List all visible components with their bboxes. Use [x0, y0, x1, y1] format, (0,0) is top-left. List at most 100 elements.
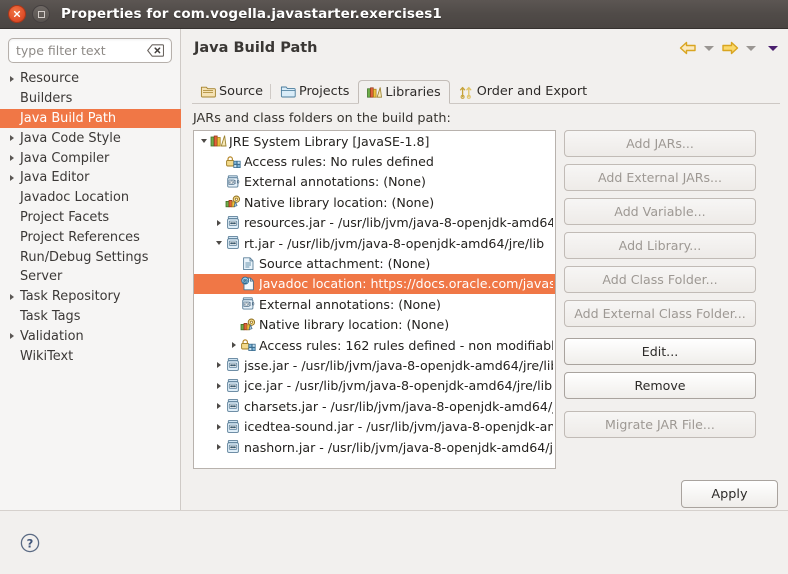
sidebar-item-run-debug-settings[interactable]: Run/Debug Settings: [0, 247, 181, 267]
table-row[interactable]: @ Javadoc location: https://docs.oracle.…: [194, 273, 555, 295]
sidebar-item-project-references[interactable]: Project References: [0, 227, 181, 247]
window-close-icon[interactable]: [8, 5, 26, 23]
table-row[interactable]: @ 10 External annotations: (None): [194, 294, 555, 314]
tree-node-label: Access rules: No rules defined: [244, 154, 434, 170]
settings-content: Java Build Path Source Projects Librarie…: [181, 29, 788, 510]
back-history-chevron-down-icon[interactable]: [704, 45, 714, 51]
sidebar-item-label: Builders: [20, 91, 73, 107]
sidebar-item-label: Java Compiler: [20, 150, 110, 166]
sidebar-item-task-repository[interactable]: Task Repository: [0, 287, 181, 307]
expand-chevron-right-icon[interactable]: [212, 423, 225, 430]
table-row[interactable]: icedtea-sound.jar - /usr/lib/jvm/java-8-…: [194, 416, 555, 436]
expand-chevron-right-icon[interactable]: [212, 362, 225, 369]
table-row[interactable]: @ 10 External annotations: (None): [194, 172, 555, 192]
table-row[interactable]: rt.jar - /usr/lib/jvm/java-8-openjdk-amd…: [194, 233, 555, 253]
add-class-folder-button: Add Class Folder...: [564, 266, 756, 293]
sidebar-item-server[interactable]: Server: [0, 267, 181, 287]
build-path-tabs: Source Projects Libraries Order and Expo…: [192, 77, 780, 104]
sidebar-item-project-facets[interactable]: Project Facets: [0, 208, 181, 228]
sidebar-item-resource[interactable]: Resource: [0, 69, 181, 89]
table-row[interactable]: Access rules: No rules defined: [194, 151, 555, 171]
source-attach-icon: [240, 256, 257, 272]
table-row[interactable]: Source attachment: (None): [194, 253, 555, 273]
table-row[interactable]: jce.jar - /usr/lib/jvm/java-8-openjdk-am…: [194, 376, 555, 396]
table-row[interactable]: nashorn.jar - /usr/lib/jvm/java-8-openjd…: [194, 437, 555, 457]
table-row[interactable]: Access rules: 162 rules defined - non mo…: [194, 335, 555, 355]
tree-node-label: External annotations: (None): [244, 174, 426, 190]
forward-arrow-icon[interactable]: [720, 40, 740, 56]
page-navigation: [678, 40, 780, 56]
sidebar-item-label: Validation: [20, 328, 84, 344]
collapse-chevron-down-icon[interactable]: [197, 139, 210, 144]
tree-node-label: rt.jar - /usr/lib/jvm/java-8-openjdk-amd…: [244, 235, 545, 251]
tab-projects[interactable]: Projects: [272, 79, 358, 103]
native-library-icon: [225, 194, 242, 210]
table-row[interactable]: jsse.jar - /usr/lib/jvm/java-8-openjdk-a…: [194, 355, 555, 375]
access-rules-icon: [240, 337, 257, 353]
svg-text:10: 10: [234, 180, 240, 186]
expand-chevron-right-icon[interactable]: [6, 174, 18, 181]
expand-chevron-right-icon[interactable]: [212, 444, 225, 451]
expand-chevron-right-icon[interactable]: [212, 219, 225, 226]
sidebar-item-java-editor[interactable]: Java Editor: [0, 168, 181, 188]
source-folder-icon: [200, 84, 217, 99]
remove-button[interactable]: Remove: [564, 372, 756, 399]
tree-node-label: Access rules: 162 rules defined - non mo…: [259, 337, 553, 353]
table-row[interactable]: Native library location: (None): [194, 315, 555, 335]
forward-history-chevron-down-icon[interactable]: [746, 45, 756, 51]
edit-button[interactable]: Edit...: [564, 338, 756, 365]
sidebar-item-java-build-path[interactable]: Java Build Path: [0, 108, 181, 129]
window-maximize-icon[interactable]: [32, 5, 50, 23]
apply-button[interactable]: Apply: [681, 480, 778, 508]
tree-node-label: resources.jar - /usr/lib/jvm/java-8-open…: [244, 215, 553, 231]
sidebar-item-javadoc-location[interactable]: Javadoc Location: [0, 188, 181, 208]
clear-filter-icon[interactable]: [147, 44, 164, 57]
table-row[interactable]: charsets.jar - /usr/lib/jvm/java-8-openj…: [194, 396, 555, 416]
annotations-jar-icon: @ 10: [225, 174, 242, 190]
window-title: Properties for com.vogella.javastarter.e…: [61, 6, 442, 22]
sidebar-item-task-tags[interactable]: Task Tags: [0, 307, 181, 327]
filter-input-wrapper[interactable]: type filter text: [8, 38, 172, 63]
expand-chevron-right-icon[interactable]: [212, 403, 225, 410]
sidebar-item-java-code-style[interactable]: Java Code Style: [0, 128, 181, 148]
expand-chevron-right-icon[interactable]: [6, 293, 18, 300]
add-external-class-folder-button: Add External Class Folder...: [564, 300, 756, 327]
expand-chevron-right-icon[interactable]: [6, 135, 18, 142]
view-menu-chevron-down-icon[interactable]: [768, 45, 778, 51]
expand-chevron-right-icon[interactable]: [6, 333, 18, 340]
table-row[interactable]: Native library location: (None): [194, 192, 555, 212]
back-arrow-icon[interactable]: [678, 40, 698, 56]
sidebar-item-validation[interactable]: Validation: [0, 326, 181, 346]
build-path-tree[interactable]: JRE System Library [JavaSE-1.8] Access r…: [193, 130, 556, 469]
expand-chevron-right-icon[interactable]: [6, 75, 18, 82]
sidebar-item-wikitext[interactable]: WikiText: [0, 346, 181, 366]
sidebar-item-builders[interactable]: Builders: [0, 89, 181, 109]
tab-libraries[interactable]: Libraries: [358, 80, 450, 104]
tab-label: Projects: [298, 84, 350, 99]
tab-order-and-export[interactable]: Order and Export: [450, 79, 596, 103]
sidebar-item-java-compiler[interactable]: Java Compiler: [0, 148, 181, 168]
sidebar-item-label: Java Build Path: [20, 110, 117, 126]
collapse-chevron-down-icon[interactable]: [212, 241, 225, 246]
add-library-button: Add Library...: [564, 232, 756, 259]
tree-node-label: Source attachment: (None): [259, 256, 431, 272]
page-title: Java Build Path: [194, 40, 318, 56]
filter-input[interactable]: type filter text: [16, 43, 147, 58]
table-row[interactable]: JRE System Library [JavaSE-1.8]: [194, 131, 555, 151]
add-jars-button: Add JARs...: [564, 130, 756, 157]
sidebar-item-label: Run/Debug Settings: [20, 249, 149, 265]
help-question-icon[interactable]: ?: [19, 532, 41, 554]
dialog-footer: ? Cancel OK: [0, 510, 788, 574]
tree-node-label: charsets.jar - /usr/lib/jvm/java-8-openj…: [244, 398, 553, 414]
table-row[interactable]: resources.jar - /usr/lib/jvm/java-8-open…: [194, 213, 555, 233]
tab-source[interactable]: Source: [192, 79, 272, 103]
tree-node-label: Native library location: (None): [244, 194, 435, 210]
add-external-jars-button: Add External JARs...: [564, 164, 756, 191]
projects-folder-icon: [280, 84, 297, 99]
build-path-actions: Add JARs... Add External JARs... Add Varia…: [564, 130, 756, 445]
svg-text:?: ?: [27, 536, 34, 550]
sidebar-item-label: Java Code Style: [20, 130, 121, 146]
expand-chevron-right-icon[interactable]: [227, 342, 240, 349]
expand-chevron-right-icon[interactable]: [6, 155, 18, 162]
expand-chevron-right-icon[interactable]: [212, 382, 225, 389]
